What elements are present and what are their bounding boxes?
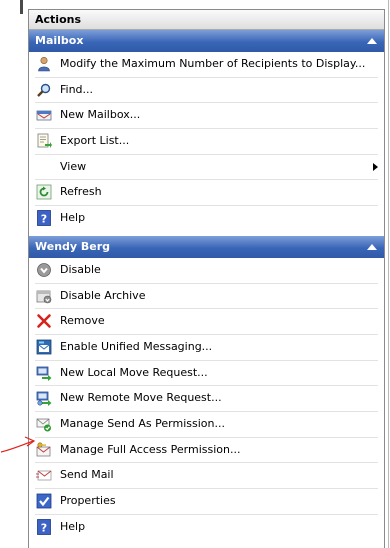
action-label: Disable (60, 262, 101, 276)
action-properties[interactable]: Properties (29, 489, 384, 514)
action-label: New Remote Move Request... (60, 391, 222, 405)
svg-text:?: ? (41, 213, 47, 226)
action-label: Help (60, 519, 86, 533)
remote-move-icon (36, 391, 52, 407)
action-label: New Mailbox... (60, 108, 141, 122)
window-edge (388, 0, 389, 548)
action-export-list[interactable]: Export List... (29, 129, 384, 154)
action-label: View (60, 159, 87, 173)
action-label: Disable Archive (60, 288, 146, 302)
action-label: Send Mail (60, 468, 114, 482)
action-manage-full-access-permission[interactable]: Manage Full Access Permission... (29, 438, 384, 463)
help-icon: ? (37, 210, 51, 227)
section-title: Wendy Berg (35, 239, 111, 253)
local-move-icon (36, 366, 52, 381)
find-icon (37, 83, 51, 97)
action-manage-send-as-permission[interactable]: Manage Send As Permission... (29, 412, 384, 437)
action-refresh[interactable]: Refresh (29, 180, 384, 205)
properties-icon (36, 493, 52, 509)
action-label: Remove (60, 314, 105, 328)
action-label: Enable Unified Messaging... (60, 339, 213, 353)
disable-icon (37, 262, 51, 277)
action-label: Properties (60, 494, 116, 507)
action-new-remote-move-request[interactable]: New Remote Move Request... (29, 386, 384, 411)
action-send-mail[interactable]: Send Mail (29, 463, 384, 488)
action-new-local-move-request[interactable]: New Local Move Request... (29, 361, 384, 386)
section-header-wendy-berg[interactable]: Wendy Berg (29, 235, 384, 258)
action-remove[interactable]: Remove (29, 309, 384, 334)
new-mailbox-icon (36, 110, 52, 121)
action-disable[interactable]: Disable (29, 258, 384, 283)
svg-text:?: ? (41, 521, 47, 534)
splitter-handle[interactable] (20, 0, 23, 14)
actions-pane: Actions Mailbox Modify the Maximum Numbe… (28, 9, 385, 548)
action-help-wendy-berg[interactable]: ? Help (29, 515, 384, 540)
action-help[interactable]: ? Help (29, 206, 384, 231)
export-list-icon (37, 133, 52, 149)
action-modify-max-recipients[interactable]: Modify the Maximum Number of Recipients … (29, 52, 384, 77)
action-label: Modify the Maximum Number of Recipients … (60, 57, 366, 70)
disable-archive-icon (36, 290, 52, 303)
help-icon: ? (37, 518, 51, 535)
action-enable-unified-messaging[interactable]: Enable Unified Messaging... (29, 335, 384, 360)
action-label: Refresh (60, 185, 102, 199)
action-disable-archive[interactable]: Disable Archive (29, 284, 384, 309)
send-mail-icon (36, 470, 52, 481)
actions-pane-title: Actions (29, 10, 384, 30)
annotation-arrow-icon (0, 436, 36, 453)
action-label: New Local Move Request... (60, 365, 208, 379)
action-label: Manage Send As Permission... (60, 416, 225, 430)
unified-messaging-icon (36, 339, 52, 355)
action-new-mailbox[interactable]: New Mailbox... (29, 103, 384, 128)
submenu-arrow-icon (373, 162, 378, 171)
action-view[interactable]: View (29, 155, 384, 180)
user-settings-icon (38, 56, 50, 72)
refresh-icon (36, 185, 52, 200)
section-header-mailbox[interactable]: Mailbox (29, 30, 384, 52)
collapse-icon[interactable] (367, 243, 377, 250)
action-label: Export List... (60, 134, 130, 148)
action-find[interactable]: Find... (29, 78, 384, 103)
action-label: Manage Full Access Permission... (60, 442, 241, 456)
action-label: Help (60, 211, 86, 225)
action-label: Find... (60, 82, 94, 96)
section-title: Mailbox (35, 34, 84, 47)
collapse-icon[interactable] (367, 38, 377, 44)
remove-icon (37, 314, 51, 328)
